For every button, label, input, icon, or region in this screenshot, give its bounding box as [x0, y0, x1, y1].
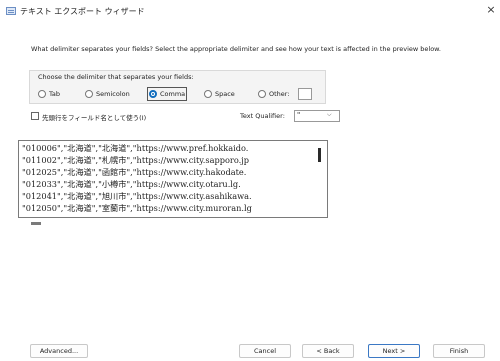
- window-title: テキスト エクスポート ウィザード: [20, 7, 145, 16]
- next-button[interactable]: Next >: [368, 344, 420, 358]
- radio-circle: [85, 90, 93, 98]
- radio-circle: [38, 90, 46, 98]
- radio-other-label: Other:: [269, 90, 290, 98]
- finish-button[interactable]: Finish: [433, 344, 485, 358]
- preview-line: "012025","北海道","函館市","https://www.city.h…: [22, 167, 247, 177]
- back-button[interactable]: < Back: [302, 344, 354, 358]
- radio-tab-label: Tab: [49, 90, 61, 98]
- first-row-names-label: 先頭行をフィールド名として使う(I): [42, 114, 147, 122]
- app-icon: [6, 7, 16, 15]
- text-qualifier-value: ": [297, 111, 301, 119]
- delimiter-group-label: Choose the delimiter that separates your…: [38, 73, 194, 81]
- preview-line: "011002","北海道","札幌市","https://www.city.s…: [22, 155, 249, 165]
- preview-line: "012033","北海道","小樽市","https://www.city.o…: [22, 179, 241, 189]
- radio-semicolon[interactable]: Semicolon: [85, 89, 130, 99]
- instruction-text: What delimiter separates your fields? Se…: [31, 45, 441, 53]
- first-row-names-checkbox[interactable]: [31, 112, 39, 120]
- radio-comma-label: Comma: [160, 90, 186, 98]
- radio-space-label: Space: [215, 90, 235, 98]
- radio-circle: [204, 90, 212, 98]
- horizontal-scrollbar-thumb[interactable]: [31, 222, 41, 225]
- chevron-down-icon[interactable]: ⌵: [327, 111, 332, 119]
- other-delimiter-input[interactable]: [298, 88, 312, 100]
- radio-comma[interactable]: Comma: [146, 87, 188, 101]
- preview-line: "012050","北海道","室蘭市","https://www.city.m…: [22, 203, 252, 213]
- preview-line: "012041","北海道","旭川市","https://www.city.a…: [22, 191, 252, 201]
- preview-line: "010006","北海道","北海道","https://www.pref.h…: [22, 143, 249, 153]
- preview-pane[interactable]: "010006","北海道","北海道","https://www.pref.h…: [18, 140, 328, 218]
- radio-circle-selected: [149, 90, 157, 98]
- advanced-button[interactable]: Advanced...: [30, 344, 88, 358]
- radio-tab[interactable]: Tab: [38, 89, 60, 99]
- radio-circle: [258, 90, 266, 98]
- text-qualifier-label: Text Qualifier:: [240, 112, 285, 120]
- cancel-button[interactable]: Cancel: [239, 344, 291, 358]
- radio-other[interactable]: Other:: [258, 89, 290, 99]
- radio-semicolon-label: Semicolon: [96, 90, 130, 98]
- column-break-marker[interactable]: [318, 148, 321, 162]
- radio-space[interactable]: Space: [204, 89, 235, 99]
- close-button[interactable]: ×: [484, 3, 498, 17]
- text-qualifier-select[interactable]: [294, 110, 340, 122]
